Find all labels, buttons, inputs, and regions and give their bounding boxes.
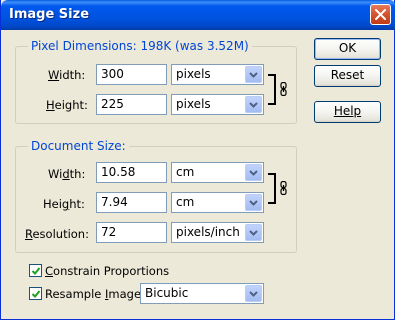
window-title: Image Size <box>9 7 90 22</box>
resolution-input[interactable]: 72 <box>96 222 167 243</box>
document-height-unit-dropdown-button[interactable] <box>245 194 262 211</box>
resolution-unit-select[interactable]: pixels/inch <box>171 222 264 243</box>
resample-image-checkbox[interactable] <box>29 287 42 300</box>
document-height-unit-value: cm <box>176 195 195 209</box>
pixel-width-input[interactable]: 300 <box>96 64 167 85</box>
document-width-label: Width: <box>48 167 86 181</box>
document-size-legend: Document Size: <box>28 139 129 153</box>
chevron-down-icon <box>249 72 258 78</box>
resample-method-dropdown-button[interactable] <box>245 285 262 302</box>
chain-link-icon <box>280 82 287 96</box>
chevron-down-icon <box>249 200 258 206</box>
checkmark-icon <box>31 290 41 298</box>
chevron-down-icon <box>249 102 258 108</box>
resample-image-label[interactable]: Resample Image: <box>45 287 145 301</box>
reset-button[interactable]: Reset <box>314 65 381 87</box>
resample-method-select[interactable]: Bicubic <box>140 283 264 304</box>
pixel-width-unit-dropdown-button[interactable] <box>245 66 262 83</box>
document-height-input[interactable]: 7.94 <box>96 192 167 213</box>
chevron-down-icon <box>249 170 258 176</box>
resolution-unit-value: pixels/inch <box>176 225 240 239</box>
title-bar[interactable]: Image Size <box>1 0 395 30</box>
ok-button[interactable]: OK <box>314 38 381 60</box>
checkmark-icon <box>31 267 41 275</box>
pixel-height-label: Height: <box>46 98 88 112</box>
pixel-constrain-bracket <box>268 74 276 105</box>
resolution-label: Resolution: <box>25 227 89 241</box>
pixel-height-input[interactable]: 225 <box>96 94 167 115</box>
constrain-proportions-checkbox[interactable] <box>29 264 42 277</box>
document-width-unit-select[interactable]: cm <box>171 162 264 183</box>
image-size-dialog: Image Size Pixel Dimensions: 198K (was 3… <box>0 0 395 320</box>
pixel-height-unit-select[interactable]: pixels <box>171 94 264 115</box>
document-height-label: Height: <box>43 197 85 211</box>
pixel-dimensions-legend: Pixel Dimensions: 198K (was 3.52M) <box>28 39 252 53</box>
document-height-unit-select[interactable]: cm <box>171 192 264 213</box>
chevron-down-icon <box>249 291 258 297</box>
pixel-width-unit-select[interactable]: pixels <box>171 64 264 85</box>
resolution-unit-dropdown-button[interactable] <box>245 224 262 241</box>
pixel-height-unit-value: pixels <box>176 97 211 111</box>
chain-link-icon <box>280 181 287 195</box>
close-icon <box>375 9 386 20</box>
resample-method-value: Bicubic <box>145 286 189 300</box>
pixel-width-unit-value: pixels <box>176 67 211 81</box>
document-width-unit-dropdown-button[interactable] <box>245 164 262 181</box>
constrain-proportions-label[interactable]: Constrain Proportions <box>45 264 169 278</box>
pixel-height-unit-dropdown-button[interactable] <box>245 96 262 113</box>
document-width-unit-value: cm <box>176 165 195 179</box>
chevron-down-icon <box>249 230 258 236</box>
document-constrain-bracket <box>268 173 276 204</box>
pixel-width-label: Width: <box>48 68 86 82</box>
close-button[interactable] <box>370 4 391 25</box>
document-width-input[interactable]: 10.58 <box>96 162 167 183</box>
help-button[interactable]: Help <box>314 101 381 123</box>
